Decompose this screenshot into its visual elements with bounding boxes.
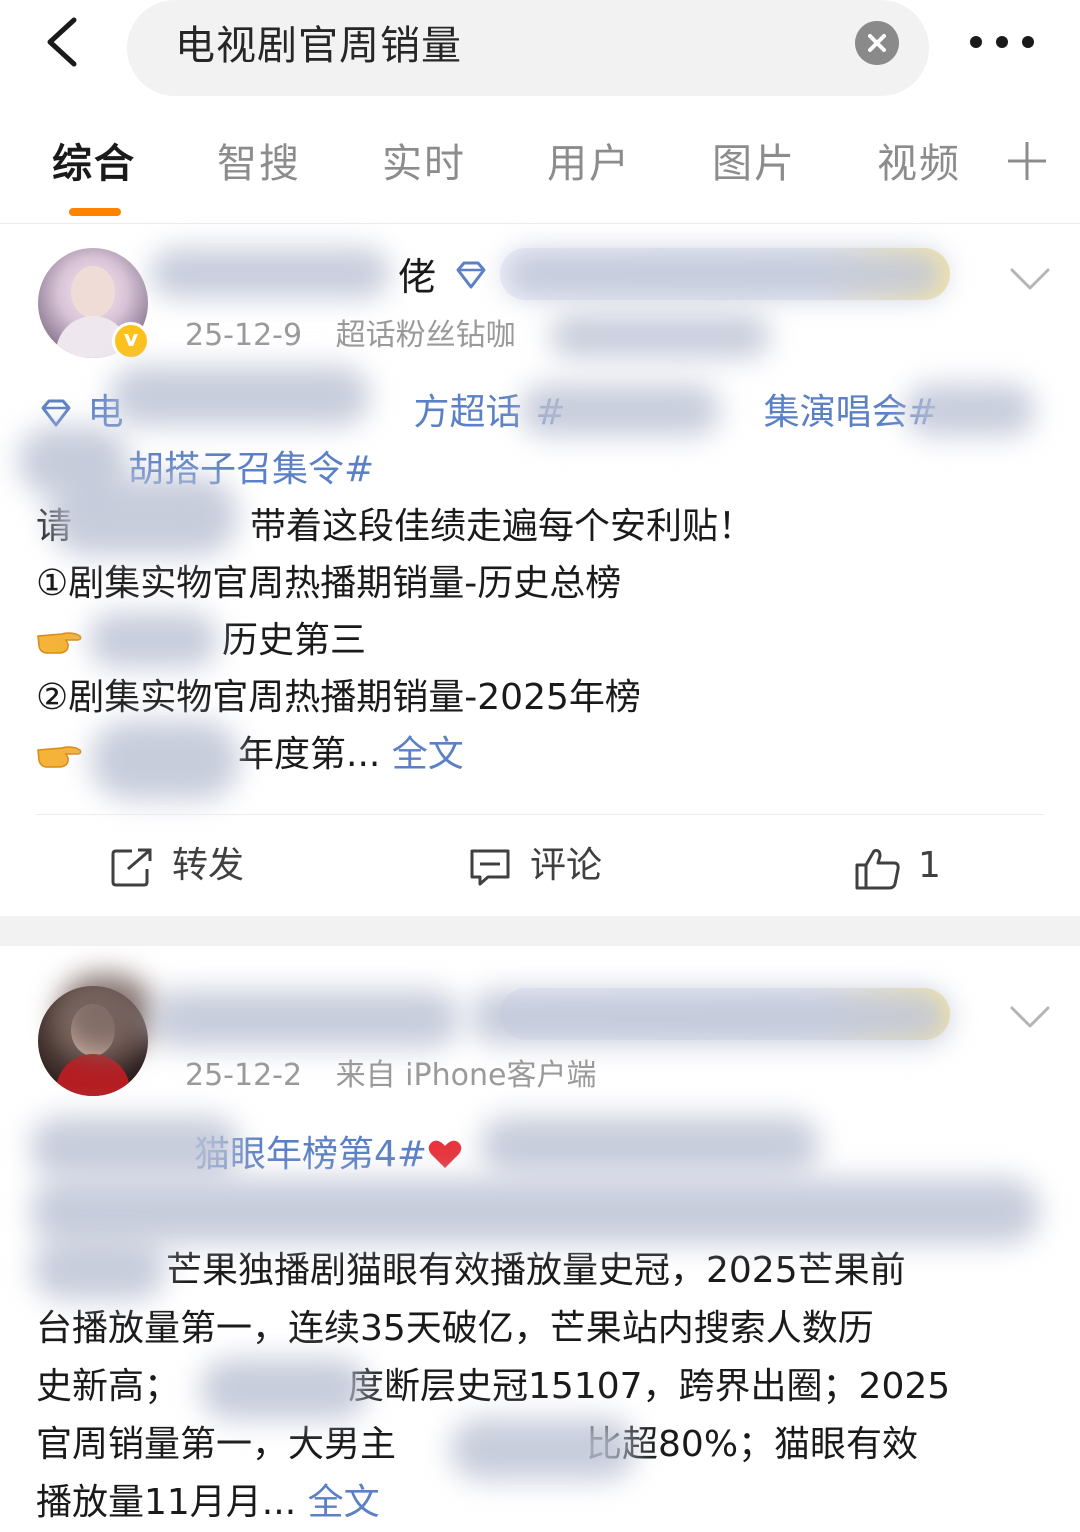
redacted-badge	[505, 251, 945, 297]
redacted-text	[32, 1238, 166, 1300]
redacted-text	[200, 1358, 368, 1420]
repost-icon	[111, 848, 152, 887]
search-query-text: 电视剧官周销量	[175, 23, 462, 69]
post-source: 超话粉丝钻咖	[335, 318, 516, 353]
redacted-badge	[470, 990, 950, 1044]
read-full-link[interactable]: 全文	[392, 734, 464, 775]
redacted-text	[450, 1418, 636, 1480]
post-separator	[0, 916, 1080, 946]
chevron-down-icon[interactable]	[1008, 266, 1052, 292]
topic-link[interactable]: 方超话	[413, 392, 521, 433]
avatar-face	[71, 266, 115, 318]
thumbs-up-icon	[855, 849, 900, 890]
clear-search-icon[interactable]	[855, 21, 899, 65]
top-bar: 电视剧官周销量	[0, 0, 1080, 100]
redacted-text	[90, 720, 240, 800]
like-button[interactable]: 1	[854, 841, 974, 891]
tab-comprehensive[interactable]: 综合	[52, 136, 136, 192]
repost-label: 转发	[172, 845, 245, 886]
pointing-hand-icon	[37, 632, 82, 654]
redacted-text	[520, 384, 720, 436]
comment-label: 评论	[530, 845, 603, 886]
post-date: 25-12-9	[185, 318, 303, 353]
tab-images[interactable]: 图片	[712, 136, 796, 192]
post-line: 史新高； 度断层史冠15107，跨界出圈；2025	[36, 1366, 951, 1407]
redacted-text	[88, 612, 218, 668]
repost-button[interactable]: 转发	[110, 841, 290, 891]
tab-realtime[interactable]: 实时	[382, 136, 466, 192]
redacted-text	[480, 1116, 820, 1174]
tab-smart-search[interactable]: 智搜	[217, 136, 301, 192]
add-tab-icon[interactable]	[1004, 138, 1050, 184]
post-line: ①剧集实物官周热播期销量-历史总榜	[36, 563, 622, 604]
post-line: ②剧集实物官周热播期销量-2025年榜	[36, 677, 641, 718]
tab-videos[interactable]: 视频	[877, 136, 961, 192]
redacted-username	[150, 248, 390, 298]
redacted-text	[110, 366, 370, 426]
post-date: 25-12-2	[185, 1058, 303, 1093]
post-action-bar: 转发 评论 1	[36, 814, 1044, 916]
diamond-topic-icon	[41, 399, 71, 427]
comment-button[interactable]: 评论	[468, 841, 648, 891]
pointing-hand-icon	[37, 746, 82, 768]
username[interactable]: 佬	[398, 252, 436, 302]
comment-icon	[470, 849, 510, 886]
chevron-down-icon[interactable]	[1008, 1004, 1052, 1030]
redacted-username	[150, 990, 460, 1048]
feed-post[interactable]: 25-12-2 来自 iPhone客户端 猫眼年榜第4# 芒果独播剧猫眼有效播放…	[0, 946, 1080, 1532]
avatar-body	[56, 1054, 130, 1096]
post-line: 芒果独播剧猫眼有效播放量史冠，2025芒果前	[166, 1250, 906, 1291]
back-arrow-icon[interactable]	[34, 12, 94, 72]
tab-users[interactable]: 用户	[547, 136, 631, 192]
post-line: 播放量11月月... 全文	[36, 1482, 380, 1523]
diamond-fan-icon	[456, 261, 486, 289]
like-count: 1	[918, 845, 941, 886]
post-source: 来自 iPhone客户端	[335, 1058, 597, 1093]
post-line: 台播放量第一，连续35天破亿，芒果站内搜索人数历	[36, 1308, 874, 1349]
redacted-text	[48, 476, 238, 556]
search-tabs: 综合 智搜 实时 用户 图片 视频	[0, 128, 1080, 224]
heart-icon	[428, 1140, 462, 1168]
redacted-text	[30, 1116, 240, 1178]
more-options-icon[interactable]	[962, 20, 1042, 64]
post-meta: 25-12-9 超话粉丝钻咖	[185, 316, 516, 356]
verified-badge-icon: v	[112, 322, 150, 360]
post-meta: 25-12-2 来自 iPhone客户端	[185, 1056, 596, 1096]
redacted-text	[905, 384, 1035, 436]
redacted-meta	[550, 314, 770, 358]
search-input[interactable]: 电视剧官周销量	[127, 0, 929, 96]
active-tab-indicator	[69, 208, 121, 216]
redacted-text	[30, 1178, 1040, 1244]
redacted-avatar	[58, 974, 154, 1054]
read-full-link[interactable]: 全文	[308, 1482, 380, 1523]
feed-post[interactable]: v 佬 25-12-9 超话粉丝钻咖 电方超话#集演唱会# 胡搭子召集令# 请带…	[0, 226, 1080, 916]
